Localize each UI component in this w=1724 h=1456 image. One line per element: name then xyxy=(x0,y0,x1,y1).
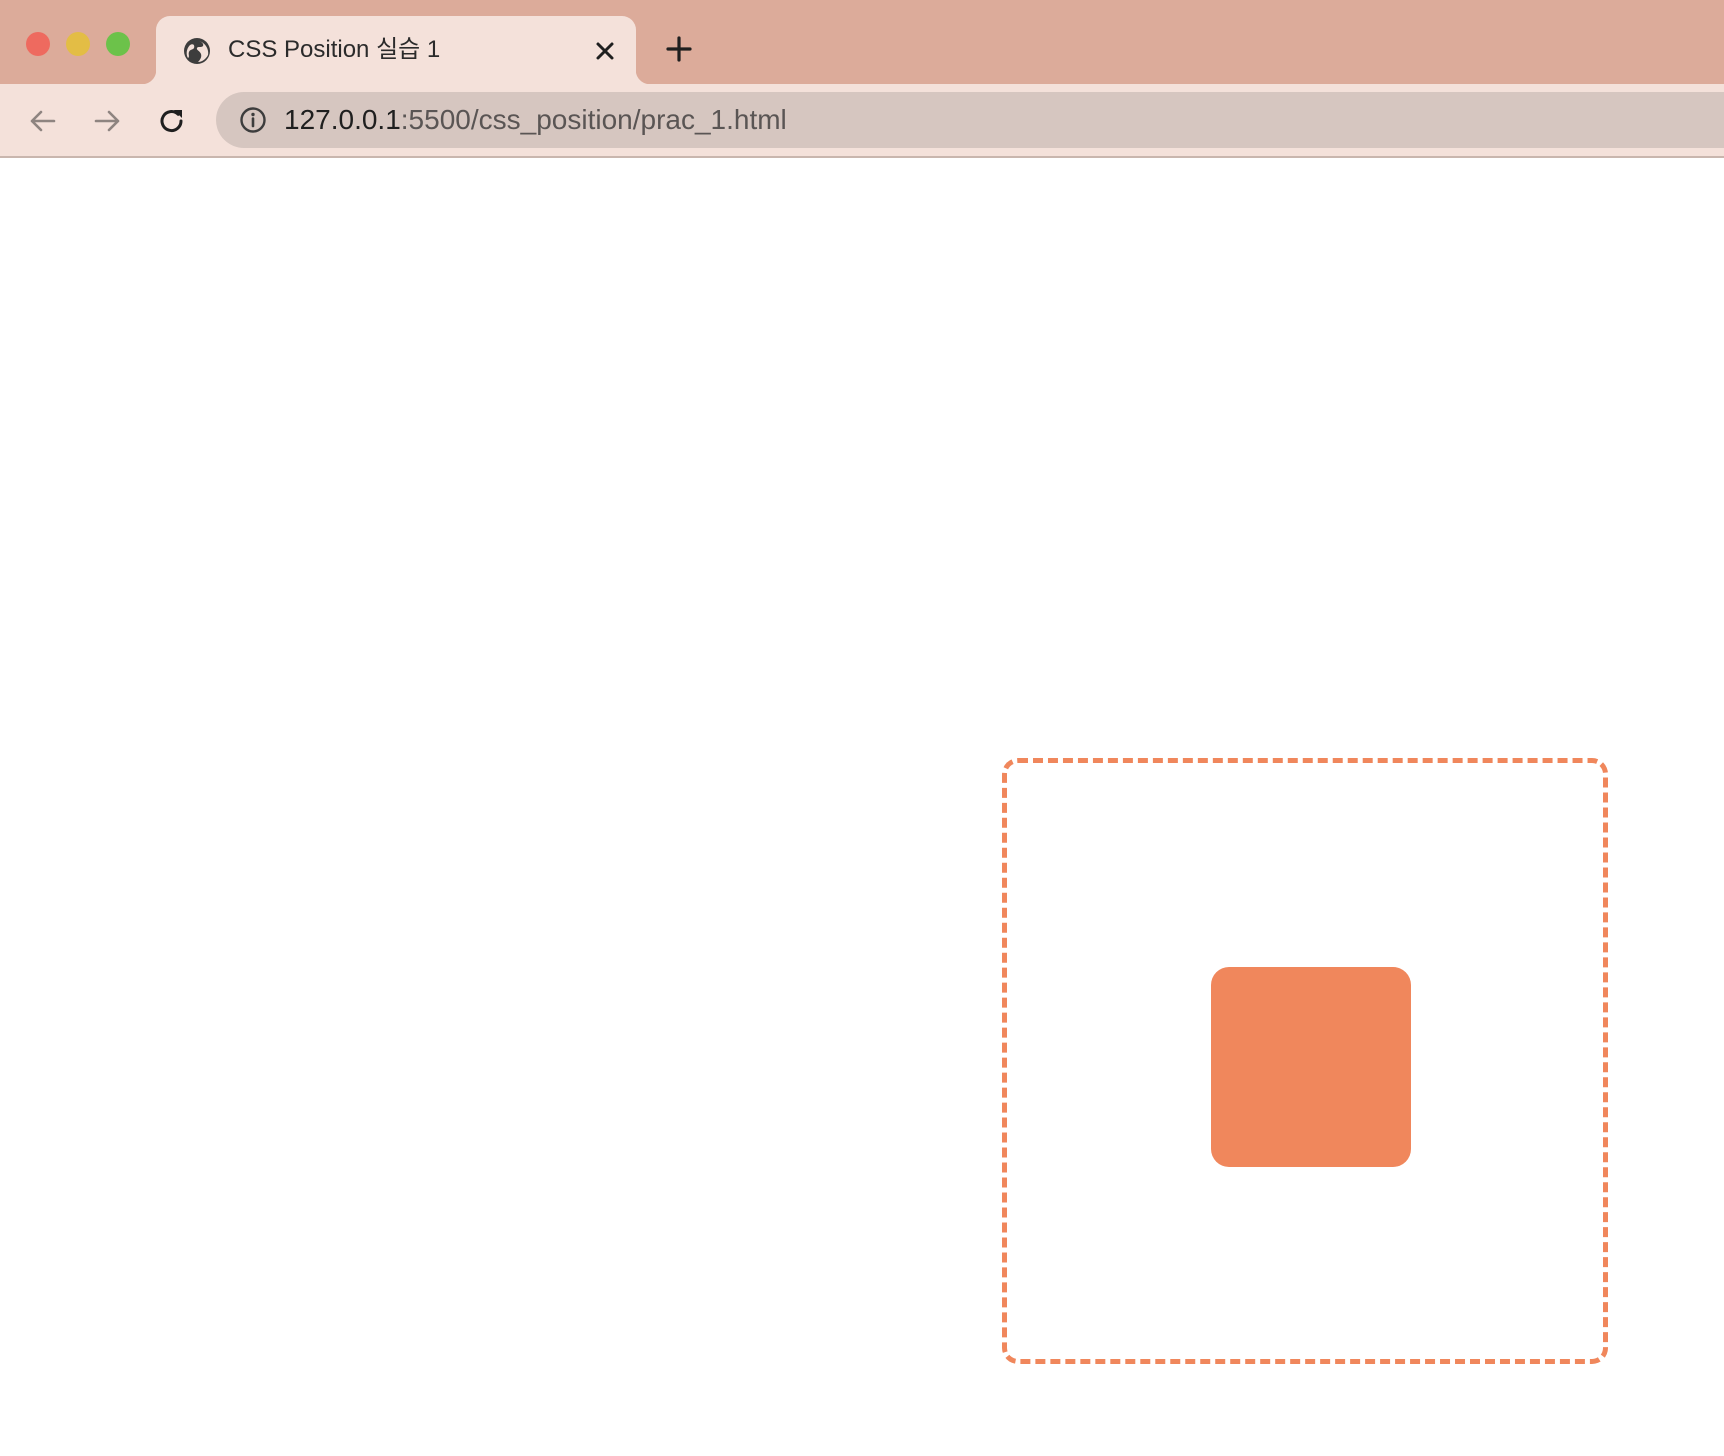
window-close-button[interactable] xyxy=(26,32,50,56)
browser-toolbar: 127.0.0.1:5500/css_position/prac_1.html xyxy=(0,84,1724,156)
arrow-left-icon[interactable] xyxy=(26,104,60,138)
plus-icon[interactable] xyxy=(664,34,694,64)
url-host: 127.0.0.1 xyxy=(284,104,401,135)
arrow-right-icon[interactable] xyxy=(90,104,124,138)
window-minimize-button[interactable] xyxy=(66,32,90,56)
reload-icon[interactable] xyxy=(155,104,189,138)
inner-square xyxy=(1211,967,1411,1167)
tab-strip: CSS Position 실습 1 xyxy=(0,0,1724,84)
window-maximize-button[interactable] xyxy=(106,32,130,56)
globe-icon xyxy=(182,36,212,66)
tab-title: CSS Position 실습 1 xyxy=(228,36,441,63)
address-bar[interactable]: 127.0.0.1:5500/css_position/prac_1.html xyxy=(216,92,1724,148)
page-viewport xyxy=(0,158,1724,1456)
url-path: :5500/css_position/prac_1.html xyxy=(400,104,787,135)
outer-dashed-box xyxy=(1002,758,1608,1364)
active-tab[interactable]: CSS Position 실습 1 xyxy=(142,16,650,84)
url-text: 127.0.0.1:5500/css_position/prac_1.html xyxy=(284,102,787,138)
browser-chrome: CSS Position 실습 1 127.0.0.1:5500/css_pos… xyxy=(0,0,1724,158)
info-icon[interactable] xyxy=(238,105,268,135)
close-icon[interactable] xyxy=(592,38,618,64)
